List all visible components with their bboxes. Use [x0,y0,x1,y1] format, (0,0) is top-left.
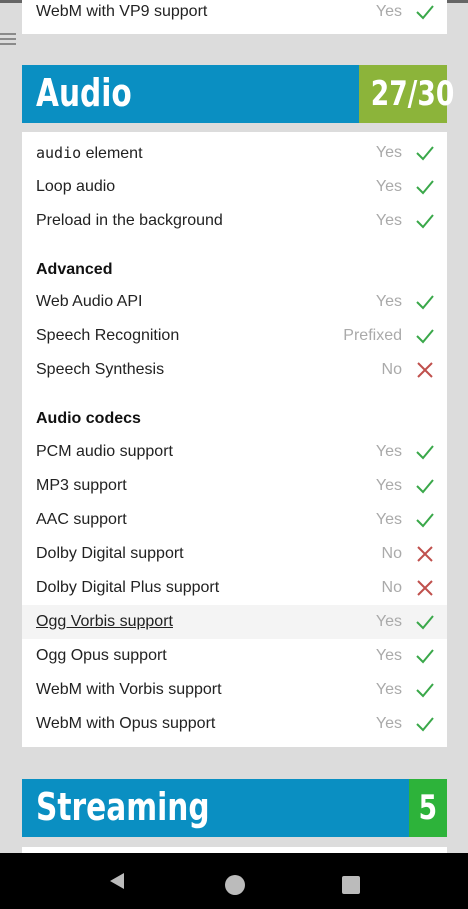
feature-name: WebM with VP9 support [36,3,208,20]
cross-icon [417,546,433,562]
check-icon [416,180,434,195]
check-icon [416,479,434,494]
subsection-heading-advanced: Advanced [36,261,113,278]
feature-name: Speech Recognition [36,327,180,344]
feature-result: Yes [375,477,402,494]
hamburger-menu-icon[interactable] [0,33,16,49]
list-item: WebM with Opus support Yes [22,707,447,741]
feature-name: Web Audio API [36,293,143,310]
section-title: Streaming [36,785,210,829]
feature-result: Yes [375,178,402,195]
feature-result: No [381,545,402,562]
home-circle-icon[interactable] [225,875,245,895]
list-item: audio element Yes [22,136,447,170]
list-item: WebM with Vorbis support Yes [22,673,447,707]
feature-result: Yes [375,443,402,460]
list-item: Preload in the background Yes [22,204,447,238]
feature-result: No [381,579,402,596]
feature-result: Prefixed [343,327,402,344]
check-icon [416,717,434,732]
list-item: MP3 support Yes [22,469,447,503]
section-title: Audio [36,71,132,115]
section-score: 5 [409,779,447,837]
feature-result: Yes [375,715,402,732]
check-icon [416,513,434,528]
feature-name: Speech Synthesis [36,361,165,378]
feature-name-link[interactable]: Ogg Vorbis support [36,613,173,631]
check-icon [416,146,434,161]
feature-result: Yes [375,212,402,229]
feature-result: No [381,361,402,378]
check-icon [416,445,434,460]
list-item: Speech Synthesis No [22,353,447,387]
feature-name: Dolby Digital support [36,545,184,562]
recent-apps-square-icon[interactable] [342,876,360,894]
feature-name: Preload in the background [36,212,223,229]
feature-name: PCM audio support [36,443,173,460]
feature-result: Yes [375,681,402,698]
list-item: Web Audio API Yes [22,285,447,319]
feature-name: AAC support [36,511,127,528]
list-item: Ogg Opus support Yes [22,639,447,673]
list-item: Speech Recognition Prefixed [22,319,447,353]
check-icon [416,295,434,310]
check-icon [416,649,434,664]
feature-name: Dolby Digital Plus support [36,579,220,596]
feature-result: Yes [375,613,402,630]
feature-name: Ogg Opus support [36,647,167,664]
check-icon [416,683,434,698]
feature-name: WebM with Vorbis support [36,681,222,698]
check-icon [416,329,434,344]
check-icon [416,214,434,229]
feature-name: WebM with Opus support [36,715,216,732]
feature-result: Yes [375,144,402,161]
list-item: WebM with VP9 support Yes [22,0,447,29]
list-item-highlighted[interactable]: Ogg Vorbis support Yes [22,605,447,639]
section-header-audio: Audio 27/30 [22,65,454,123]
feature-name: MP3 support [36,477,127,494]
feature-result: Yes [375,647,402,664]
check-icon [416,615,434,630]
list-item: AAC support Yes [22,503,447,537]
feature-name: audio element [36,144,143,162]
audio-section-card: audio element Yes Loop audio Yes Preload… [22,132,447,747]
feature-name: Loop audio [36,178,116,195]
list-item: PCM audio support Yes [22,435,447,469]
section-header-streaming: Streaming 5 [22,779,447,837]
check-icon [416,5,434,20]
section-score: 27/30 [359,65,454,123]
cross-icon [417,580,433,596]
back-triangle-icon[interactable] [107,871,127,891]
feature-result: Yes [375,293,402,310]
feature-result: Yes [375,3,402,20]
cross-icon [417,362,433,378]
feature-result: Yes [375,511,402,528]
previous-section-card: WebM with VP9 support Yes [22,0,447,34]
list-item: Dolby Digital Plus support No [22,571,447,605]
subsection-heading-audio-codecs: Audio codecs [36,410,141,427]
list-item: Dolby Digital support No [22,537,447,571]
list-item: Loop audio Yes [22,170,447,204]
